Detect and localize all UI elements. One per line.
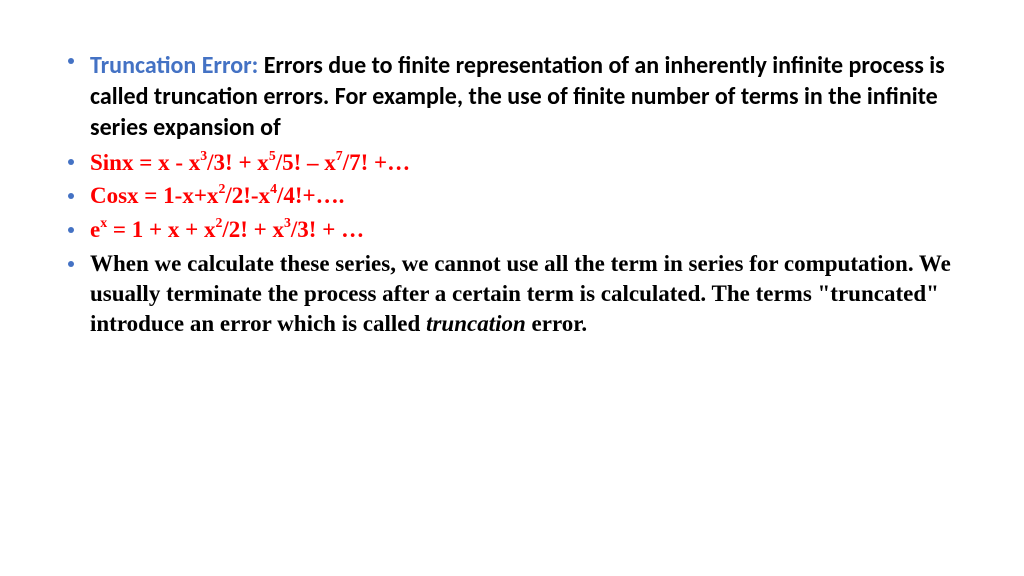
- bullet-marker: [68, 159, 74, 165]
- bullet-sin: Sinx = x - x3/3! + x5/5! – x7/7! +…: [60, 148, 964, 178]
- bullet-marker: [68, 193, 74, 199]
- intro-label: Truncation Error:: [90, 51, 264, 80]
- exp-p1: 2: [215, 215, 222, 230]
- bullet-explain: When we calculate these series, we canno…: [60, 249, 964, 339]
- exp-p2: 3: [284, 215, 291, 230]
- bullet-exp: ex = 1 + x + x2/2! + x3/3! + …: [60, 215, 964, 245]
- sin-m3: /7! +…: [343, 150, 410, 175]
- sin-p3: 7: [336, 148, 343, 163]
- exp-eq: = 1 + x + x: [107, 217, 215, 242]
- explain-post: error.: [526, 311, 587, 336]
- bullet-cos: Cosx = 1-x+x2/2!-x4/4!+….: [60, 181, 964, 211]
- bullet-intro: Truncation Error: Errors due to finite r…: [60, 50, 964, 144]
- bullet-marker: [68, 261, 74, 267]
- exp-m1: /2! + x: [222, 217, 284, 242]
- cos-m2: /4!+….: [277, 183, 344, 208]
- sin-prefix: Sinx = x - x: [90, 150, 200, 175]
- cos-m1: /2!-x: [225, 183, 270, 208]
- sin-p1: 3: [200, 148, 207, 163]
- bullet-marker: [68, 227, 74, 233]
- cos-prefix: Cosx = 1-x+x: [90, 183, 218, 208]
- sin-m1: /3! + x: [207, 150, 269, 175]
- exp-e: e: [90, 217, 100, 242]
- explain-italic: truncation: [426, 311, 526, 336]
- slide-content: Truncation Error: Errors due to finite r…: [60, 50, 964, 339]
- bullet-marker: [68, 58, 74, 64]
- exp-px: x: [100, 215, 107, 230]
- cos-p2: 4: [270, 181, 277, 196]
- sin-p2: 5: [269, 148, 276, 163]
- sin-m2: /5! – x: [276, 150, 336, 175]
- cos-p1: 2: [218, 181, 225, 196]
- exp-m2: /3! + …: [291, 217, 364, 242]
